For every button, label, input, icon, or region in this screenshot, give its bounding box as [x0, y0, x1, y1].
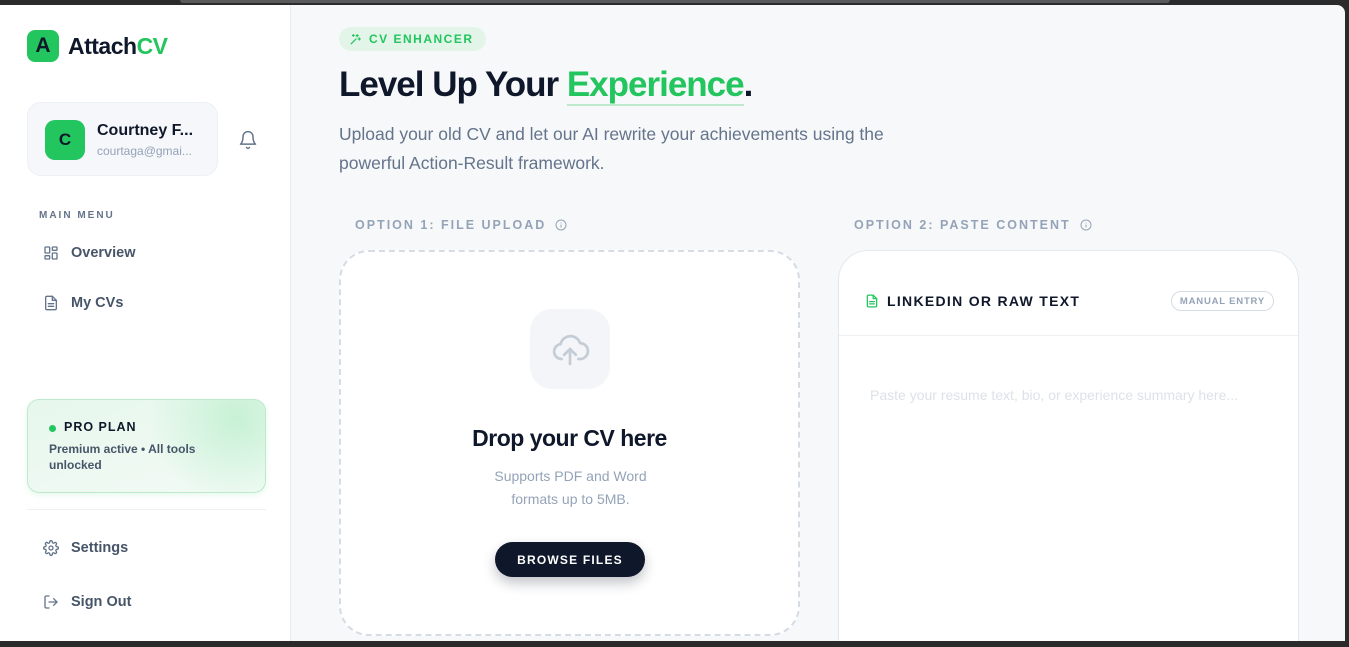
document-icon	[45, 295, 57, 311]
page-subtitle: Upload your old CV and let our AI rewrit…	[339, 124, 884, 173]
sidebar-item-overview[interactable]: Overview	[43, 245, 136, 261]
avatar: C	[45, 120, 85, 160]
gear-icon	[43, 540, 59, 556]
sidebar-item-label: Sign Out	[71, 594, 132, 610]
title-part: Level Up Your	[339, 65, 567, 104]
logo[interactable]: A AttachCV	[27, 30, 168, 62]
sparkles-icon	[350, 33, 361, 44]
page-title: Level Up Your Experience.	[339, 65, 754, 106]
profile-name: Courtney F...	[97, 122, 194, 139]
cv-enhancer-badge: CV ENHANCER	[339, 27, 486, 51]
sidebar: A AttachCV C Courtney F... courtaga@gmai…	[0, 5, 291, 641]
option-1-label: OPTION 1: FILE UPLOAD	[355, 218, 567, 232]
document-icon	[866, 294, 878, 308]
sidebar-item-my-cvs[interactable]: My CVs	[43, 295, 123, 311]
title-end: .	[743, 65, 754, 104]
logo-text: AttachCV	[68, 33, 168, 60]
sidebar-item-label: Settings	[71, 540, 129, 556]
profile-email: courtaga@gmai...	[97, 144, 192, 158]
browse-files-button[interactable]: BROWSE FILES	[495, 542, 645, 577]
pro-plan-title: PRO PLAN	[64, 420, 137, 434]
app-window: A AttachCV C Courtney F... courtaga@gmai…	[0, 5, 1345, 641]
pro-plan-card: PRO PLAN Premium active • All tools unlo…	[27, 399, 266, 493]
main-content: CV ENHANCER Level Up Your Experience. Up…	[291, 5, 1345, 641]
title-highlight: Experience	[566, 65, 745, 106]
option-2-text: OPTION 2: PASTE CONTENT	[854, 218, 1071, 232]
menu-heading: MAIN MENU	[39, 210, 115, 221]
sidebar-item-label: My CVs	[71, 295, 124, 311]
paste-card-header: LINKEDIN OR RAW TEXT MANUAL ENTRY	[839, 251, 1298, 336]
sidebar-divider	[27, 509, 266, 510]
bell-icon[interactable]	[238, 129, 258, 151]
sidebar-item-sign-out[interactable]: Sign Out	[43, 594, 131, 610]
pro-plan-description: Premium active • All tools unlocked	[49, 442, 196, 472]
profile-card[interactable]: C Courtney F... courtaga@gmai...	[27, 102, 218, 176]
sidebar-item-label: Overview	[71, 245, 136, 261]
cloud-upload-icon	[552, 334, 590, 366]
grid-icon	[44, 246, 58, 260]
paste-card-title: LINKEDIN OR RAW TEXT	[887, 293, 1081, 309]
status-dot	[49, 425, 56, 432]
paste-textarea[interactable]	[839, 337, 1298, 641]
screen-frame: A AttachCV C Courtney F... courtaga@gmai…	[0, 0, 1349, 647]
upload-icon-box	[530, 309, 610, 389]
badge-label: CV ENHANCER	[369, 32, 474, 46]
manual-entry-tag: MANUAL ENTRY	[1170, 291, 1274, 311]
sidebar-item-settings[interactable]: Settings	[43, 540, 128, 556]
sign-out-icon	[44, 595, 58, 609]
option-1-text: OPTION 1: FILE UPLOAD	[355, 218, 547, 232]
logo-text-accent: CV	[136, 32, 168, 59]
paste-content-card: LINKEDIN OR RAW TEXT MANUAL ENTRY	[838, 250, 1299, 641]
file-dropzone[interactable]: Drop your CV here Supports PDF and Word …	[339, 250, 800, 636]
logo-mark: A	[27, 30, 59, 62]
logo-text-main: Attach	[68, 32, 137, 59]
info-icon[interactable]	[1080, 219, 1092, 231]
dropzone-description: Supports PDF and Word formats up to 5MB.	[494, 468, 647, 507]
window-top-edge	[180, 0, 1170, 3]
option-2-label: OPTION 2: PASTE CONTENT	[854, 218, 1092, 232]
info-icon[interactable]	[555, 219, 567, 231]
dropzone-title: Drop your CV here	[472, 425, 667, 451]
